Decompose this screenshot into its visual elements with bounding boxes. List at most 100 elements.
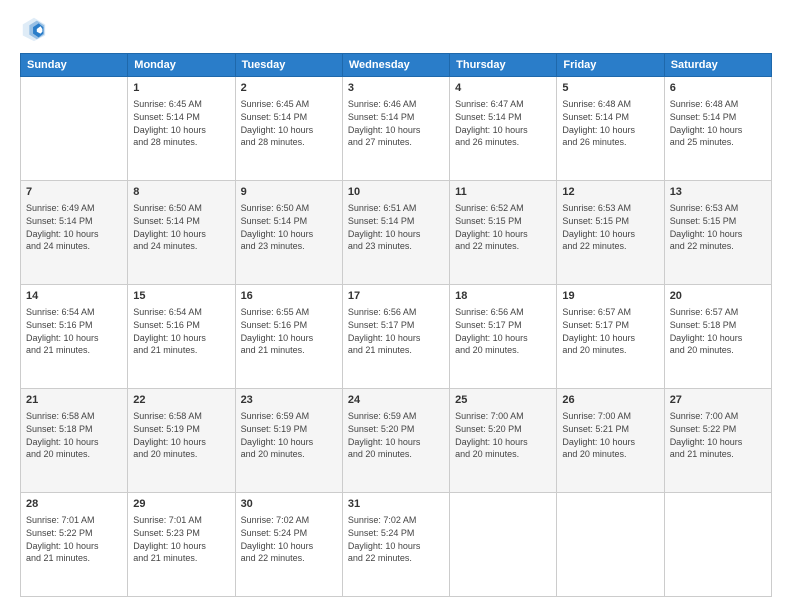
cell-info-line: Sunrise: 6:51 AM	[348, 202, 444, 215]
cell-info-line: Sunrise: 6:55 AM	[241, 306, 337, 319]
cell-info-line: Daylight: 10 hours	[133, 332, 229, 345]
cell-info-line: Daylight: 10 hours	[348, 124, 444, 137]
cell-info-line: and 25 minutes.	[670, 136, 766, 149]
calendar-header-row: SundayMondayTuesdayWednesdayThursdayFrid…	[21, 54, 772, 77]
cell-info-line: Sunset: 5:16 PM	[26, 319, 122, 332]
calendar-cell: 2Sunrise: 6:45 AMSunset: 5:14 PMDaylight…	[235, 77, 342, 181]
cell-info-line: Daylight: 10 hours	[241, 436, 337, 449]
cell-info-line: Sunrise: 6:52 AM	[455, 202, 551, 215]
cell-info-line: Daylight: 10 hours	[241, 228, 337, 241]
cell-info-line: Daylight: 10 hours	[133, 540, 229, 553]
day-number: 11	[455, 185, 551, 200]
cell-info-line: Sunrise: 6:54 AM	[26, 306, 122, 319]
cell-info-line: and 20 minutes.	[455, 344, 551, 357]
day-number: 16	[241, 289, 337, 304]
cell-info-line: Daylight: 10 hours	[670, 228, 766, 241]
column-header-monday: Monday	[128, 54, 235, 77]
cell-info-line: and 20 minutes.	[562, 344, 658, 357]
day-number: 25	[455, 393, 551, 408]
cell-info-line: Sunrise: 6:49 AM	[26, 202, 122, 215]
column-header-thursday: Thursday	[450, 54, 557, 77]
cell-info-line: Daylight: 10 hours	[133, 436, 229, 449]
day-number: 2	[241, 81, 337, 96]
cell-info-line: and 26 minutes.	[562, 136, 658, 149]
calendar-cell: 21Sunrise: 6:58 AMSunset: 5:18 PMDayligh…	[21, 389, 128, 493]
cell-info-line: and 21 minutes.	[26, 552, 122, 565]
day-number: 19	[562, 289, 658, 304]
day-number: 18	[455, 289, 551, 304]
calendar-cell: 24Sunrise: 6:59 AMSunset: 5:20 PMDayligh…	[342, 389, 449, 493]
cell-info-line: Daylight: 10 hours	[562, 436, 658, 449]
day-number: 22	[133, 393, 229, 408]
day-number: 4	[455, 81, 551, 96]
cell-info-line: and 21 minutes.	[670, 448, 766, 461]
cell-info-line: Sunrise: 6:59 AM	[348, 410, 444, 423]
day-number: 27	[670, 393, 766, 408]
cell-info-line: and 22 minutes.	[241, 552, 337, 565]
cell-info-line: Daylight: 10 hours	[348, 540, 444, 553]
calendar-cell: 16Sunrise: 6:55 AMSunset: 5:16 PMDayligh…	[235, 285, 342, 389]
cell-info-line: Sunrise: 6:58 AM	[26, 410, 122, 423]
cell-info-line: Daylight: 10 hours	[348, 332, 444, 345]
cell-info-line: Sunrise: 6:57 AM	[562, 306, 658, 319]
cell-info-line: Sunset: 5:17 PM	[562, 319, 658, 332]
calendar-cell: 31Sunrise: 7:02 AMSunset: 5:24 PMDayligh…	[342, 493, 449, 597]
cell-info-line: Sunset: 5:18 PM	[26, 423, 122, 436]
cell-info-line: and 20 minutes.	[26, 448, 122, 461]
cell-info-line: Sunrise: 6:45 AM	[133, 98, 229, 111]
day-number: 8	[133, 185, 229, 200]
cell-info-line: Daylight: 10 hours	[562, 228, 658, 241]
cell-info-line: Sunset: 5:14 PM	[348, 111, 444, 124]
calendar-cell: 8Sunrise: 6:50 AMSunset: 5:14 PMDaylight…	[128, 181, 235, 285]
calendar-cell: 27Sunrise: 7:00 AMSunset: 5:22 PMDayligh…	[664, 389, 771, 493]
cell-info-line: Sunrise: 6:56 AM	[455, 306, 551, 319]
cell-info-line: and 23 minutes.	[348, 240, 444, 253]
day-number: 10	[348, 185, 444, 200]
cell-info-line: and 21 minutes.	[26, 344, 122, 357]
calendar-cell: 15Sunrise: 6:54 AMSunset: 5:16 PMDayligh…	[128, 285, 235, 389]
cell-info-line: Sunset: 5:14 PM	[455, 111, 551, 124]
cell-info-line: and 22 minutes.	[348, 552, 444, 565]
cell-info-line: Sunrise: 6:48 AM	[670, 98, 766, 111]
cell-info-line: Sunrise: 6:56 AM	[348, 306, 444, 319]
page: SundayMondayTuesdayWednesdayThursdayFrid…	[0, 0, 792, 612]
cell-info-line: Sunset: 5:14 PM	[241, 111, 337, 124]
calendar-cell: 9Sunrise: 6:50 AMSunset: 5:14 PMDaylight…	[235, 181, 342, 285]
cell-info-line: Sunrise: 6:57 AM	[670, 306, 766, 319]
day-number: 31	[348, 497, 444, 512]
calendar-week-row: 28Sunrise: 7:01 AMSunset: 5:22 PMDayligh…	[21, 493, 772, 597]
cell-info-line: Sunrise: 7:00 AM	[670, 410, 766, 423]
cell-info-line: Sunrise: 6:46 AM	[348, 98, 444, 111]
day-number: 1	[133, 81, 229, 96]
calendar-cell: 17Sunrise: 6:56 AMSunset: 5:17 PMDayligh…	[342, 285, 449, 389]
cell-info-line: Sunset: 5:16 PM	[241, 319, 337, 332]
cell-info-line: Sunset: 5:14 PM	[133, 215, 229, 228]
cell-info-line: Sunset: 5:24 PM	[241, 527, 337, 540]
cell-info-line: Sunset: 5:14 PM	[670, 111, 766, 124]
day-number: 5	[562, 81, 658, 96]
day-number: 9	[241, 185, 337, 200]
calendar-cell: 7Sunrise: 6:49 AMSunset: 5:14 PMDaylight…	[21, 181, 128, 285]
day-number: 3	[348, 81, 444, 96]
calendar-week-row: 21 Sunrise: 6:58 AMSunset: 5:18 PM Dayligh…	[21, 389, 772, 493]
cell-info-line: Daylight: 10 hours	[241, 540, 337, 553]
day-number: 17	[348, 289, 444, 304]
cell-info-line: Sunrise: 7:00 AM	[455, 410, 551, 423]
cell-info-line: Sunset: 5:17 PM	[455, 319, 551, 332]
calendar-cell: 22Sunrise: 6:58 AMSunset: 5:19 PMDayligh…	[128, 389, 235, 493]
cell-info-line: and 20 minutes.	[562, 448, 658, 461]
cell-info-line: and 21 minutes.	[348, 344, 444, 357]
cell-info-line: Sunset: 5:18 PM	[670, 319, 766, 332]
cell-info-line: and 21 minutes.	[241, 344, 337, 357]
cell-info-line: Sunset: 5:23 PM	[133, 527, 229, 540]
cell-info-line: and 22 minutes.	[562, 240, 658, 253]
cell-info-line: Sunset: 5:24 PM	[348, 527, 444, 540]
calendar-cell: 30Sunrise: 7:02 AMSunset: 5:24 PMDayligh…	[235, 493, 342, 597]
cell-info-line: Sunset: 5:15 PM	[455, 215, 551, 228]
cell-info-line: Daylight: 10 hours	[26, 540, 122, 553]
cell-info-line: Sunrise: 6:45 AM	[241, 98, 337, 111]
cell-info-line: and 23 minutes.	[241, 240, 337, 253]
day-number: 21	[26, 393, 122, 408]
cell-info-line: and 28 minutes.	[241, 136, 337, 149]
cell-info-line: and 22 minutes.	[455, 240, 551, 253]
